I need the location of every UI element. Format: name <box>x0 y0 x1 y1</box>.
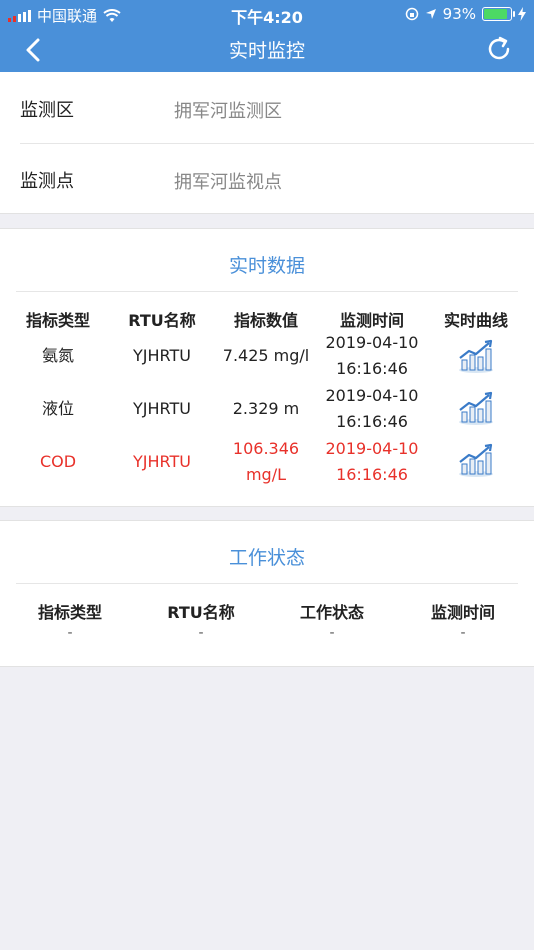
trend-chart-icon[interactable] <box>456 338 496 374</box>
monitor-info-card: 监测区 拥军河监测区 监测点 拥军河监视点 <box>0 72 534 214</box>
monitor-zone-row[interactable]: 监测区 拥军河监测区 <box>0 72 534 143</box>
row1-time: 16:16:46 <box>336 412 408 431</box>
status-right: 93% <box>405 5 526 23</box>
row0-date: 2019-04-10 <box>325 333 419 352</box>
monitor-zone-value: 拥军河监测区 <box>174 101 282 122</box>
ws-value-rtu: - <box>198 625 204 641</box>
col-header-value: 指标数值 <box>233 311 298 330</box>
row0-time: 16:16:46 <box>336 359 408 378</box>
col-header-rtu: RTU名称 <box>128 311 196 330</box>
realtime-data-title: 实时数据 <box>228 255 305 277</box>
col-header-time: 监测时间 <box>339 311 404 330</box>
divider <box>16 583 518 584</box>
status-bar: 中国联通 下午4:20 93% <box>0 0 534 28</box>
row2-type: COD <box>39 452 77 471</box>
nav-bar: 实时监控 <box>0 28 534 72</box>
row2-rtu: YJHRTU <box>133 452 191 471</box>
ws-value-time: - <box>460 625 466 641</box>
trend-chart-icon[interactable] <box>456 390 496 426</box>
col-header-chart: 实时曲线 <box>443 311 508 330</box>
lock-rotation-icon <box>405 7 418 21</box>
row0-type: 氨氮 <box>41 346 74 365</box>
row1-rtu: YJHRTU <box>133 399 191 418</box>
row1-date: 2019-04-10 <box>325 386 419 405</box>
trend-chart-icon[interactable] <box>456 442 496 478</box>
ws-value-type: - <box>67 625 73 641</box>
ws-header-status: 工作状态 <box>299 603 364 622</box>
realtime-data-card: 实时数据 指标类型 RTU名称 指标数值 监测时间 实时曲线 氨氮 YJHRTU… <box>0 228 534 507</box>
ws-header-time: 监测时间 <box>430 603 495 622</box>
location-icon <box>425 9 436 19</box>
divider <box>16 291 518 292</box>
row1-value: 2.329 m <box>232 399 300 418</box>
work-status-card: 工作状态 指标类型 RTU名称 工作状态 监测时间 - - - - <box>0 520 534 667</box>
header: 中国联通 下午4:20 93% 实时监控 <box>0 0 534 72</box>
battery-percent: 93% <box>442 5 476 23</box>
ws-value-status: - <box>329 625 335 641</box>
col-header-type: 指标类型 <box>25 311 90 330</box>
battery-icon <box>482 7 515 21</box>
ws-header-rtu: RTU名称 <box>167 603 235 622</box>
monitor-zone-label: 监测区 <box>20 100 74 121</box>
work-status-title: 工作状态 <box>228 547 305 569</box>
row2-date: 2019-04-10 <box>325 439 419 458</box>
row0-rtu: YJHRTU <box>133 346 191 365</box>
monitor-point-value: 拥军河监视点 <box>174 172 282 193</box>
row2-value-unit: mg/L <box>245 465 287 484</box>
charging-icon <box>518 7 526 21</box>
monitor-point-row[interactable]: 监测点 拥军河监视点 <box>0 143 534 214</box>
row2-time: 16:16:46 <box>336 465 408 484</box>
row0-value: 7.425 mg/l <box>222 346 310 365</box>
refresh-icon <box>488 36 510 60</box>
row2-value: 106.346 <box>232 439 300 458</box>
monitor-point-label: 监测点 <box>20 171 74 192</box>
page-title: 实时监控 <box>228 40 305 62</box>
refresh-button[interactable] <box>484 34 514 64</box>
row1-type: 液位 <box>41 399 74 418</box>
ws-header-type: 指标类型 <box>37 603 102 622</box>
